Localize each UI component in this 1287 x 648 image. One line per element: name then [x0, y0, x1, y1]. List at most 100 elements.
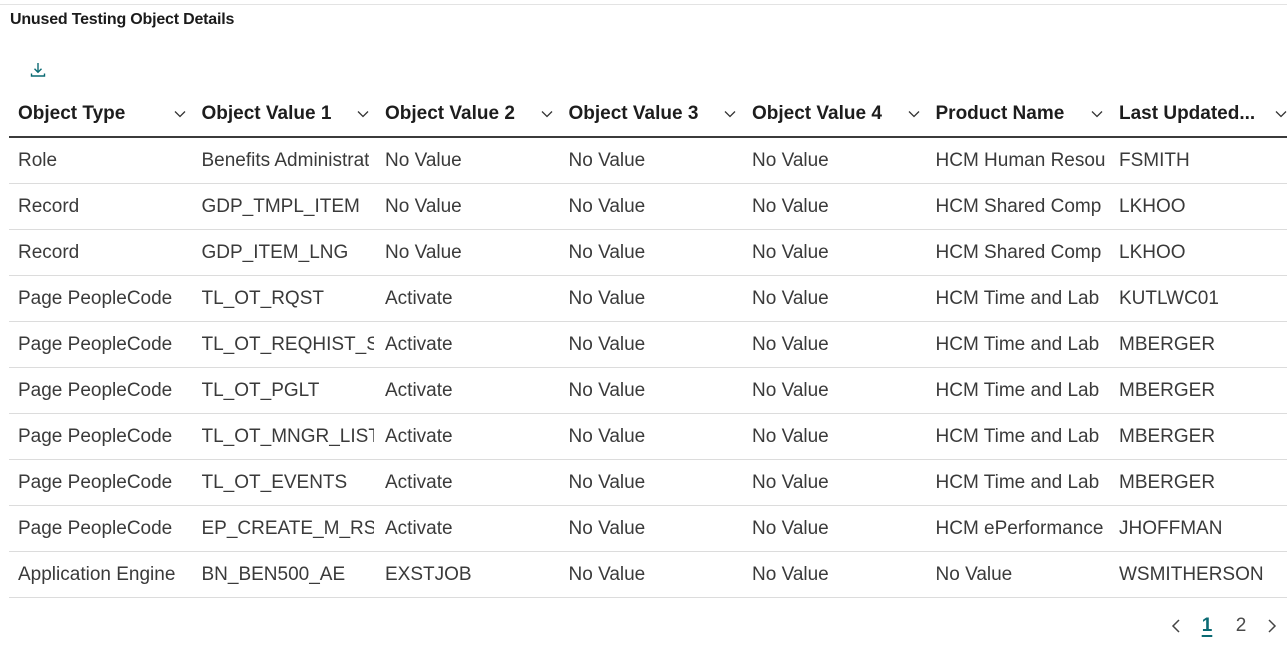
cell-product-name: HCM Shared Comp	[927, 184, 1111, 229]
column-header-last-updated[interactable]: Last Updated...	[1110, 92, 1287, 136]
cell-object-type: Application Engine	[9, 552, 193, 597]
page-1-link[interactable]: 1	[1190, 612, 1224, 640]
column-header-object-value-4[interactable]: Object Value 4	[743, 92, 927, 136]
cell-object-value-3: No Value	[560, 184, 744, 229]
cell-text: WSMITHERSON	[1119, 563, 1264, 585]
cell-text: Activate	[385, 333, 453, 355]
cell-product-name: HCM Human Resou	[927, 138, 1111, 183]
table-row[interactable]: Page PeopleCode TL_OT_REQHIST_S Activate No…	[9, 322, 1287, 368]
cell-object-value-2: No Value	[376, 184, 560, 229]
column-header-label: Object Type	[18, 103, 126, 124]
table-row[interactable]: Page PeopleCode TL_OT_MNGR_LIST Activate No…	[9, 414, 1287, 460]
cell-object-value-2: No Value	[376, 138, 560, 183]
cell-object-value-1: BN_BEN500_AE	[193, 552, 377, 597]
cell-object-value-3: No Value	[560, 460, 744, 505]
cell-object-type: Page PeopleCode	[9, 506, 193, 551]
cell-text: MBERGER	[1119, 471, 1216, 493]
cell-text: HCM Time and Lab	[935, 471, 1100, 493]
column-header-label: Product Name	[935, 103, 1065, 124]
table-row[interactable]: Page PeopleCode TL_OT_PGLT Activate No Valu…	[9, 368, 1287, 414]
cell-text: MBERGER	[1119, 379, 1216, 401]
cell-text: No Value	[752, 241, 829, 263]
column-header-object-value-2[interactable]: Object Value 2	[376, 92, 560, 136]
cell-text: Page PeopleCode	[18, 287, 173, 309]
cell-text: TL_OT_PGLT	[201, 379, 320, 401]
cell-last-updated: LKHOO	[1110, 230, 1287, 275]
cell-object-type: Page PeopleCode	[9, 368, 193, 413]
cell-text: GDP_TMPL_ITEM	[201, 195, 360, 217]
cell-text: TL_OT_RQST	[201, 287, 324, 309]
cell-text: HCM Human Resou	[935, 149, 1106, 171]
cell-text: No Value	[568, 149, 646, 171]
cell-text: No Value	[752, 379, 829, 401]
table-row[interactable]: Page PeopleCode TL_OT_EVENTS Activate No Va…	[9, 460, 1287, 506]
cell-text: No Value	[752, 517, 829, 539]
cell-text: Page PeopleCode	[18, 517, 173, 539]
cell-text: JHOFFMAN	[1119, 517, 1223, 539]
cell-text: No Value	[752, 563, 829, 585]
chevron-down-icon	[357, 111, 369, 118]
cell-object-value-1: TL_OT_PGLT	[193, 368, 377, 413]
cell-text: MBERGER	[1119, 425, 1216, 447]
table-row[interactable]: Application Engine BN_BEN500_AE EXSTJOB No …	[9, 552, 1287, 598]
cell-text: TL_OT_REQHIST_S	[201, 333, 374, 355]
cell-text: Record	[18, 195, 80, 217]
cell-text: No Value	[752, 195, 829, 217]
cell-object-value-4: No Value	[743, 276, 927, 321]
cell-text: GDP_ITEM_LNG	[201, 241, 349, 263]
cell-text: Page PeopleCode	[18, 379, 173, 401]
column-header-object-value-1[interactable]: Object Value 1	[193, 92, 377, 136]
cell-object-type: Page PeopleCode	[9, 460, 193, 505]
cell-text: Application Engine	[18, 563, 176, 585]
cell-object-value-2: EXSTJOB	[376, 552, 560, 597]
column-header-object-type[interactable]: Object Type	[9, 92, 193, 136]
cell-object-value-1: EP_CREATE_M_RS_	[193, 506, 377, 551]
column-header-object-value-3[interactable]: Object Value 3	[560, 92, 744, 136]
column-header-label: Last Updated...	[1119, 103, 1256, 124]
cell-last-updated: JHOFFMAN	[1110, 506, 1287, 551]
column-header-product-name[interactable]: Product Name	[927, 92, 1111, 136]
cell-text: FSMITH	[1119, 149, 1190, 171]
cell-text: Record	[18, 241, 80, 263]
cell-object-value-2: Activate	[376, 276, 560, 321]
cell-object-value-3: No Value	[560, 414, 744, 459]
cell-text: LKHOO	[1119, 241, 1186, 263]
table-body: Role Benefits Administrat No Value No Value…	[9, 138, 1287, 598]
cell-object-value-3: No Value	[560, 506, 744, 551]
next-page-button[interactable]	[1258, 612, 1286, 640]
cell-text: Benefits Administrat	[201, 149, 370, 171]
cell-text: No Value	[935, 563, 1013, 585]
cell-object-value-4: No Value	[743, 322, 927, 367]
cell-text: Role	[18, 149, 58, 171]
cell-text: HCM Shared Comp	[935, 195, 1102, 217]
cell-object-value-2: No Value	[376, 230, 560, 275]
cell-text: No Value	[568, 195, 646, 217]
page-2-link[interactable]: 2	[1224, 612, 1258, 640]
previous-page-button[interactable]	[1162, 612, 1190, 640]
download-button[interactable]	[26, 58, 50, 82]
table-row[interactable]: Page PeopleCode EP_CREATE_M_RS_ Activate No…	[9, 506, 1287, 552]
cell-text: No Value	[385, 195, 462, 217]
cell-text: Page PeopleCode	[18, 425, 173, 447]
table-row[interactable]: Record GDP_TMPL_ITEM No Value No Value No Va…	[9, 184, 1287, 230]
cell-last-updated: FSMITH	[1110, 138, 1287, 183]
table-row[interactable]: Page PeopleCode TL_OT_RQST Activate No Valu…	[9, 276, 1287, 322]
cell-object-value-3: No Value	[560, 322, 744, 367]
cell-object-value-4: No Value	[743, 414, 927, 459]
cell-object-type: Page PeopleCode	[9, 414, 193, 459]
table-row[interactable]: Record GDP_ITEM_LNG No Value No Value No Val…	[9, 230, 1287, 276]
cell-object-type: Record	[9, 184, 193, 229]
cell-object-value-1: TL_OT_EVENTS	[193, 460, 377, 505]
cell-text: No Value	[568, 379, 646, 401]
pagination: 1 2	[1162, 612, 1286, 640]
table-row[interactable]: Role Benefits Administrat No Value No Value…	[9, 138, 1287, 184]
cell-object-value-3: No Value	[560, 230, 744, 275]
cell-object-value-4: No Value	[743, 506, 927, 551]
cell-product-name: HCM Time and Lab	[927, 368, 1111, 413]
cell-text: EXSTJOB	[385, 563, 472, 585]
cell-product-name: No Value	[927, 552, 1111, 597]
top-divider	[0, 4, 1287, 5]
cell-text: No Value	[752, 333, 829, 355]
cell-text: No Value	[385, 149, 462, 171]
cell-product-name: HCM Time and Lab	[927, 414, 1111, 459]
